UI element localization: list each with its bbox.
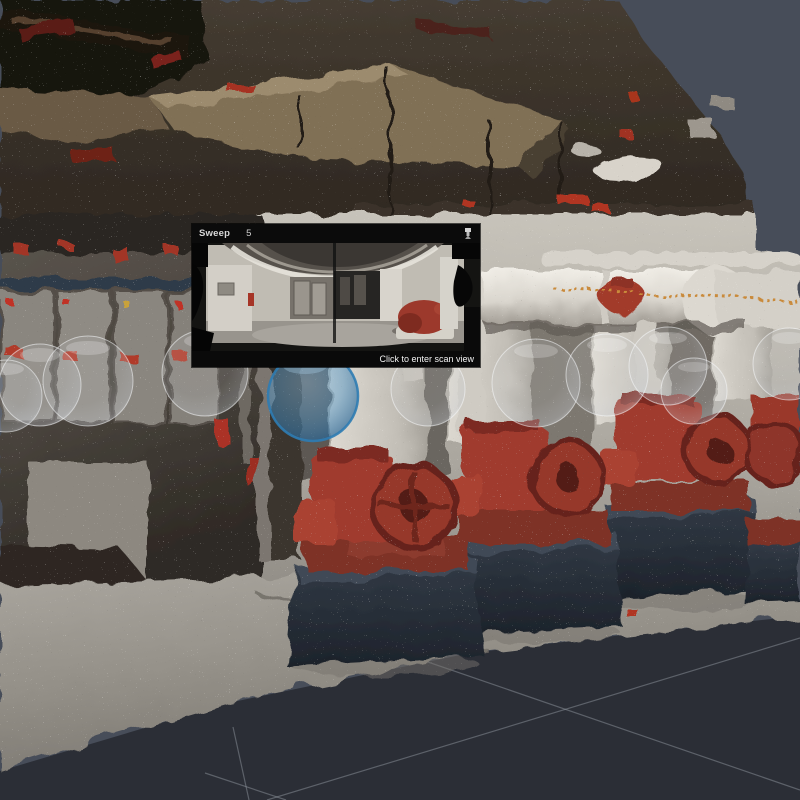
scan-point-sphere[interactable] bbox=[43, 336, 133, 426]
fire-alarm-box bbox=[216, 420, 230, 444]
3d-viewport[interactable]: Sweep 5 bbox=[0, 0, 800, 800]
sweep-pano-preview[interactable] bbox=[192, 243, 480, 351]
sweep-panel-footer: Click to enter scan view bbox=[192, 351, 480, 367]
scan-point-sphere[interactable] bbox=[661, 358, 727, 424]
sweep-title: Sweep bbox=[199, 228, 230, 239]
pump-unit-3 bbox=[598, 393, 762, 598]
sweep-preview-panel[interactable]: Sweep 5 bbox=[192, 224, 480, 367]
enter-scan-caption: Click to enter scan view bbox=[379, 354, 474, 364]
pano-image bbox=[192, 243, 480, 351]
sweep-number: 5 bbox=[246, 228, 251, 239]
scan-station-icon bbox=[463, 227, 473, 240]
sweep-panel-header: Sweep 5 bbox=[192, 224, 480, 243]
point-cloud-scene bbox=[0, 0, 800, 800]
